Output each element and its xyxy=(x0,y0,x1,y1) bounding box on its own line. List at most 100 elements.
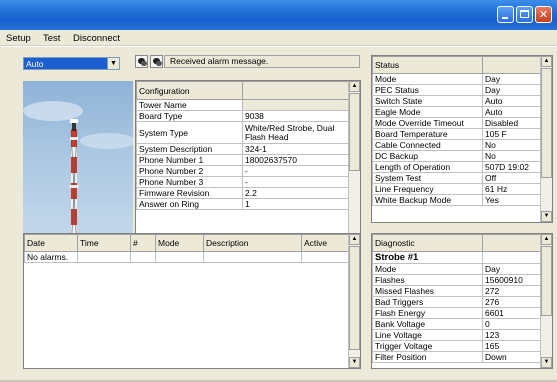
config-scrollbar[interactable]: ▲ ▼ xyxy=(348,81,360,249)
status-label: PEC Status xyxy=(372,84,483,96)
status-label: White Backup Mode xyxy=(372,194,483,206)
status-value: Off xyxy=(482,172,542,184)
diagnostic-value: 15600910 xyxy=(482,274,542,286)
status-scrollbar[interactable]: ▲ ▼ xyxy=(540,56,552,222)
status-value: No xyxy=(482,150,542,162)
status-value: 507D 19:02 xyxy=(482,161,542,173)
diagnostic-label: Flash Energy xyxy=(372,307,483,319)
diagnostic-label: Line Voltage xyxy=(372,329,483,341)
close-button[interactable]: ✕ xyxy=(535,6,552,23)
status-label: Switch State xyxy=(372,95,483,107)
scroll-up-icon[interactable]: ▲ xyxy=(541,234,552,245)
config-label: Board Type xyxy=(136,110,243,122)
scroll-thumb[interactable] xyxy=(349,93,360,171)
maximize-button[interactable] xyxy=(516,6,533,23)
diagnostic-label: Bad Triggers xyxy=(372,296,483,308)
config-label: Firmware Revision xyxy=(136,187,243,199)
status-grid: Status Mode Day PEC Status Day Switch Stat… xyxy=(371,55,553,223)
config-label: Tower Name xyxy=(136,99,243,111)
config-value[interactable]: White/Red Strobe, Dual Flash Head xyxy=(242,121,350,144)
status-message: Received alarm message. xyxy=(164,55,360,68)
alarms-empty-text: No alarms. xyxy=(24,251,78,263)
diagnostic-label: Trigger Voltage xyxy=(372,340,483,352)
config-label: System Type xyxy=(136,121,243,144)
chevron-down-icon[interactable]: ▼ xyxy=(107,58,119,69)
config-label: Answer on Ring xyxy=(136,198,243,210)
maximize-icon xyxy=(520,10,529,18)
status-value: 105 F xyxy=(482,128,542,140)
scroll-up-icon[interactable]: ▲ xyxy=(349,81,360,92)
scroll-up-icon[interactable]: ▲ xyxy=(349,234,360,245)
status-label: Board Temperature xyxy=(372,128,483,140)
status-value: Yes xyxy=(482,194,542,206)
status-label: Cable Connected xyxy=(372,139,483,151)
configuration-header: Configuration xyxy=(136,81,243,100)
menu-test[interactable]: Test xyxy=(43,33,60,44)
status-label: Eagle Mode xyxy=(372,106,483,118)
menu-setup[interactable]: Setup xyxy=(6,33,31,44)
config-label: Phone Number 3 xyxy=(136,176,243,188)
diagnostic-label: Bank Voltage xyxy=(372,318,483,330)
mode-dropdown[interactable]: Auto ▼ xyxy=(23,57,120,70)
scroll-thumb[interactable] xyxy=(541,68,552,178)
diagnostic-value: 0 xyxy=(482,318,542,330)
config-value[interactable]: 324-1 xyxy=(242,143,350,155)
diagnostic-value: 6601 xyxy=(482,307,542,319)
silence-icon[interactable] xyxy=(150,55,163,68)
scroll-down-icon[interactable]: ▼ xyxy=(541,357,552,368)
mode-dropdown-value: Auto xyxy=(26,59,44,69)
menu-disconnect[interactable]: Disconnect xyxy=(73,33,120,44)
scroll-down-icon[interactable]: ▼ xyxy=(541,211,552,222)
status-label: Line Frequency xyxy=(372,183,483,195)
config-value[interactable]: 1 xyxy=(242,198,350,210)
status-label: Mode Override Timeout xyxy=(372,117,483,129)
status-label: System Test xyxy=(372,172,483,184)
diagnostic-label: Flashes xyxy=(372,274,483,286)
close-icon: ✕ xyxy=(538,8,549,21)
status-header: Status xyxy=(372,56,483,74)
scroll-thumb[interactable] xyxy=(541,246,552,316)
column-header-active[interactable]: Active xyxy=(301,234,350,252)
minimize-button[interactable] xyxy=(497,6,514,23)
config-value[interactable]: - xyxy=(242,165,350,177)
status-label: Mode xyxy=(372,73,483,85)
column-header-date[interactable]: Date xyxy=(24,234,78,252)
status-label: DC Backup xyxy=(372,150,483,162)
scroll-thumb[interactable] xyxy=(349,246,360,350)
status-label: Length of Operation xyxy=(372,161,483,173)
alarms-scrollbar[interactable]: ▲ ▼ xyxy=(348,234,360,368)
diagnostic-label: Mode xyxy=(372,263,483,275)
diagnostic-scrollbar[interactable]: ▲ ▼ xyxy=(540,234,552,368)
main-panel: Auto ▼ Received alarm message. Configura… xyxy=(0,47,557,382)
diagnostic-grid: Diagnostic Strobe #1 Mode Day Flashes 1560… xyxy=(371,233,553,369)
scroll-down-icon[interactable]: ▼ xyxy=(349,357,360,368)
config-label: Phone Number 1 xyxy=(136,154,243,166)
diagnostic-value: 123 xyxy=(482,329,542,341)
alarm-icon[interactable] xyxy=(135,55,148,68)
config-value[interactable]: - xyxy=(242,176,350,188)
config-value[interactable] xyxy=(242,99,350,111)
diagnostic-label: Missed Flashes xyxy=(372,285,483,297)
status-value: Auto xyxy=(482,95,542,107)
diagnostic-header: Diagnostic xyxy=(372,234,483,252)
menu-bar: Setup Test Disconnect xyxy=(0,30,557,46)
diagnostic-label: Filter Position xyxy=(372,351,483,363)
status-value: No xyxy=(482,139,542,151)
status-value: Day xyxy=(482,84,542,96)
config-value[interactable]: 2.2 xyxy=(242,187,350,199)
config-value[interactable]: 18002637570 xyxy=(242,154,350,166)
column-header-mode[interactable]: Mode xyxy=(155,234,204,252)
alarms-grid: Date Time # Mode Description Active No a… xyxy=(23,233,361,369)
config-value[interactable]: 9038 xyxy=(242,110,350,122)
status-value: Day xyxy=(482,73,542,85)
column-header-time[interactable]: Time xyxy=(77,234,131,252)
configuration-grid: Configuration Tower Name Board Type 9038 … xyxy=(135,80,361,250)
diagnostic-value: 272 xyxy=(482,285,542,297)
tower-image xyxy=(23,81,133,251)
config-label: Phone Number 2 xyxy=(136,165,243,177)
title-bar: ✕ xyxy=(0,0,557,30)
column-header-description[interactable]: Description xyxy=(203,234,302,252)
diagnostic-section-title: Strobe #1 xyxy=(372,251,483,264)
scroll-up-icon[interactable]: ▲ xyxy=(541,56,552,67)
column-header-number[interactable]: # xyxy=(130,234,156,252)
